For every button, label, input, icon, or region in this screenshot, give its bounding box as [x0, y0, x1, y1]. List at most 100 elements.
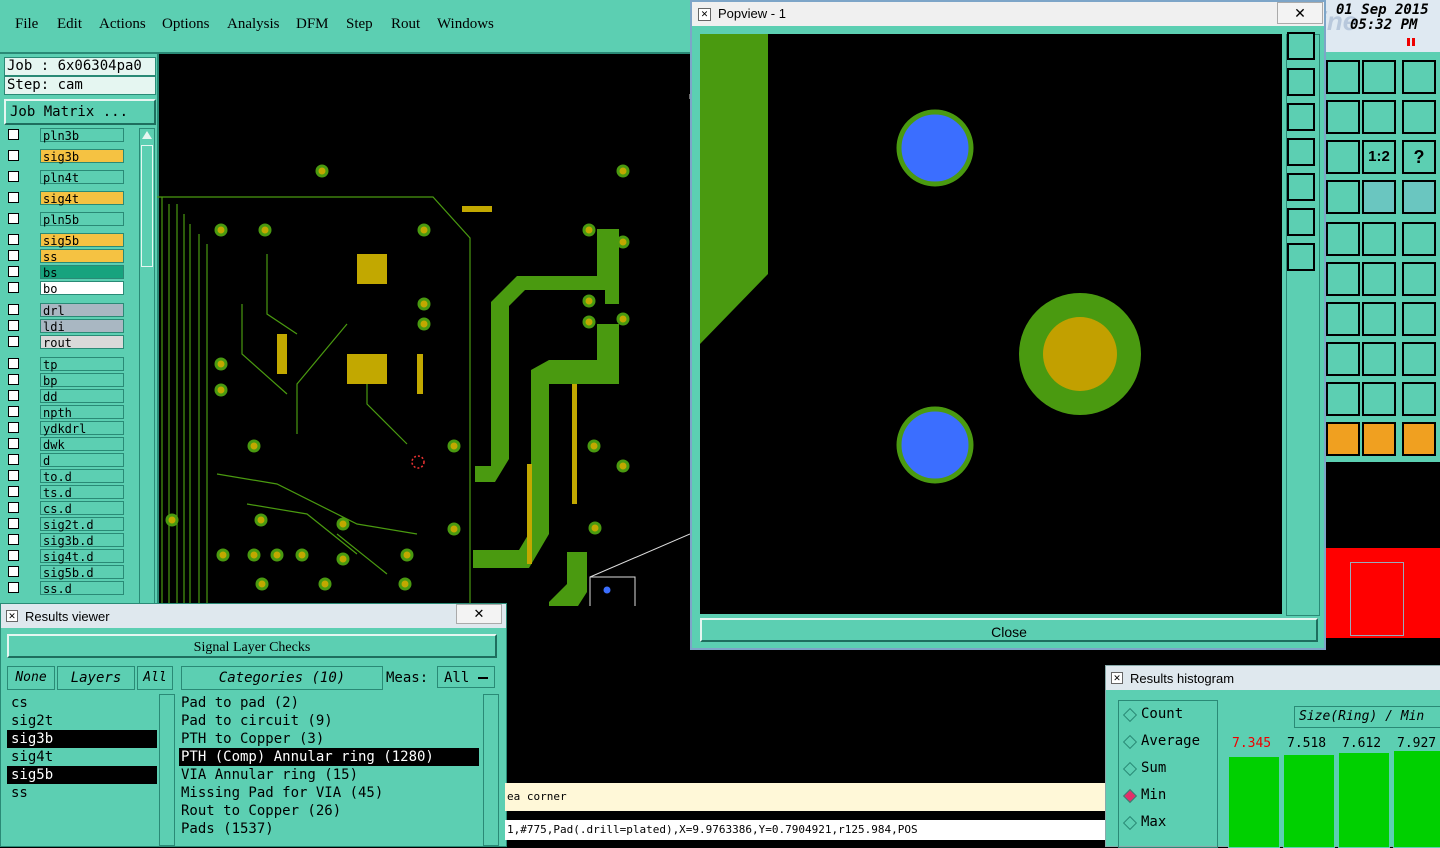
layer-checkbox[interactable] [8, 502, 19, 513]
menu-windows[interactable]: Windows [437, 16, 494, 33]
layer-checkbox[interactable] [8, 422, 19, 433]
layer-row-npth[interactable]: npth [6, 405, 124, 420]
pan-up-icon[interactable] [1287, 68, 1315, 96]
category-scrollbar[interactable] [483, 694, 499, 846]
layer-row-sig5b-d[interactable]: sig5b.d [6, 565, 124, 580]
zoom-box[interactable] [589, 576, 636, 606]
radio-icon[interactable] [1122, 788, 1138, 804]
layer-checkbox[interactable] [8, 406, 19, 417]
radio-icon[interactable] [1122, 707, 1138, 723]
tool-fit-icon[interactable] [1326, 140, 1360, 174]
tool-help-icon[interactable]: ? [1402, 140, 1436, 174]
tool-circle-icon[interactable] [1402, 222, 1436, 256]
layer-row-sig3b[interactable]: sig3b [6, 149, 124, 164]
layer-checkbox[interactable] [8, 150, 19, 161]
tool-distance-icon[interactable] [1362, 342, 1396, 376]
tool-select-icon[interactable] [1326, 222, 1360, 256]
tool-line2-icon[interactable] [1402, 262, 1436, 296]
menu-dfm[interactable]: DFM [296, 16, 329, 33]
result-layer-item[interactable]: cs [7, 694, 157, 712]
layer-row-cs-d[interactable]: cs.d [6, 501, 124, 516]
tool-pointer-icon[interactable] [1326, 422, 1360, 456]
layer-row-dwk[interactable]: dwk [6, 437, 124, 452]
zoom-home-icon[interactable] [1287, 32, 1315, 60]
layer-row-sig4t[interactable]: sig4t [6, 191, 124, 206]
layer-checkbox[interactable] [8, 534, 19, 545]
layer-row-ydkdrl[interactable]: ydkdrl [6, 421, 124, 436]
histogram-option[interactable]: Count [1119, 701, 1217, 728]
layer-checkbox[interactable] [8, 470, 19, 481]
layer-checkbox[interactable] [8, 266, 19, 277]
layer-row-pln5b[interactable]: pln5b [6, 212, 124, 227]
layer-checkbox[interactable] [8, 390, 19, 401]
layer-row-ldi[interactable]: ldi [6, 319, 124, 334]
category-item[interactable]: Rout to Copper (26) [179, 802, 479, 820]
tool-rotate-icon[interactable] [1362, 302, 1396, 336]
layer-checkbox[interactable] [8, 129, 19, 140]
layer-row-bo[interactable]: bo [6, 281, 124, 296]
tool-window-icon[interactable] [1326, 60, 1360, 94]
layer-checkbox[interactable] [8, 566, 19, 577]
category-item[interactable]: Pad to pad (2) [179, 694, 479, 712]
menu-rout[interactable]: Rout [391, 16, 420, 33]
layer-checkbox[interactable] [8, 438, 19, 449]
tool-house-icon[interactable] [1362, 60, 1396, 94]
layer-row-sig2t-d[interactable]: sig2t.d [6, 517, 124, 532]
histogram-bar[interactable] [1283, 754, 1335, 848]
layer-row-d[interactable]: d [6, 453, 124, 468]
layer-row-sig5b[interactable]: sig5b [6, 233, 124, 248]
all-button[interactable]: All [137, 666, 173, 690]
tool-net-icon[interactable] [1362, 180, 1396, 214]
layer-checkbox[interactable] [8, 234, 19, 245]
layer-checkbox[interactable] [8, 550, 19, 561]
scroll-up-icon[interactable] [142, 131, 152, 139]
popview-close-button[interactable]: Close [700, 618, 1318, 642]
layer-row-sig4t-d[interactable]: sig4t.d [6, 549, 124, 564]
layer-row-ss[interactable]: ss [6, 249, 124, 264]
none-button[interactable]: None [7, 666, 55, 690]
category-item[interactable]: Pad to circuit (9) [179, 712, 479, 730]
layer-checkbox[interactable] [8, 213, 19, 224]
zoom-in-icon[interactable] [1287, 208, 1315, 236]
layer-checkbox[interactable] [8, 358, 19, 369]
meas-select[interactable]: All [437, 666, 495, 688]
tool-pointer3-icon[interactable] [1402, 422, 1436, 456]
histogram-bar[interactable] [1228, 756, 1280, 848]
tool-grid-icon[interactable] [1402, 60, 1436, 94]
pan-right-icon[interactable] [1287, 173, 1315, 201]
radio-icon[interactable] [1122, 761, 1138, 777]
tool-scale-icon[interactable]: 1:2 [1362, 140, 1396, 174]
histogram-option[interactable]: Sum [1119, 755, 1217, 782]
histogram-bar[interactable] [1393, 750, 1440, 848]
zoom-out-icon[interactable] [1287, 243, 1315, 271]
menu-file[interactable]: File [15, 16, 38, 33]
layer-row-dd[interactable]: dd [6, 389, 124, 404]
category-item[interactable]: Missing Pad for VIA (45) [179, 784, 479, 802]
layer-row-drl[interactable]: drl [6, 303, 124, 318]
layer-row-bp[interactable]: bp [6, 373, 124, 388]
layer-row-ts-d[interactable]: ts.d [6, 485, 124, 500]
tool-pointer2-icon[interactable] [1362, 422, 1396, 456]
layer-row-pln3b[interactable]: pln3b [6, 128, 124, 143]
job-matrix-button[interactable]: Job Matrix ... [4, 99, 156, 125]
layer-checkbox[interactable] [8, 282, 19, 293]
layer-checkbox[interactable] [8, 304, 19, 315]
layers-button[interactable]: Layers [57, 666, 135, 690]
menu-actions[interactable]: Actions [99, 16, 146, 33]
layer-checkbox[interactable] [8, 192, 19, 203]
tool-flip-icon[interactable] [1402, 302, 1436, 336]
tool-diag-icon[interactable] [1326, 302, 1360, 336]
radio-icon[interactable] [1122, 815, 1138, 831]
layer-row-rout[interactable]: rout [6, 335, 124, 350]
menu-edit[interactable]: Edit [57, 16, 82, 33]
tool-arrow-in-icon[interactable] [1326, 100, 1360, 134]
layer-checkbox[interactable] [8, 250, 19, 261]
histogram-bar[interactable] [1338, 752, 1390, 848]
layer-row-to-d[interactable]: to.d [6, 469, 124, 484]
tool-measure-icon[interactable] [1326, 180, 1360, 214]
layer-row-tp[interactable]: tp [6, 357, 124, 372]
tool-net2-icon[interactable] [1402, 180, 1436, 214]
tool-hline-icon[interactable] [1326, 342, 1360, 376]
layer-checkbox[interactable] [8, 171, 19, 182]
tool-angle-icon[interactable] [1326, 382, 1360, 416]
